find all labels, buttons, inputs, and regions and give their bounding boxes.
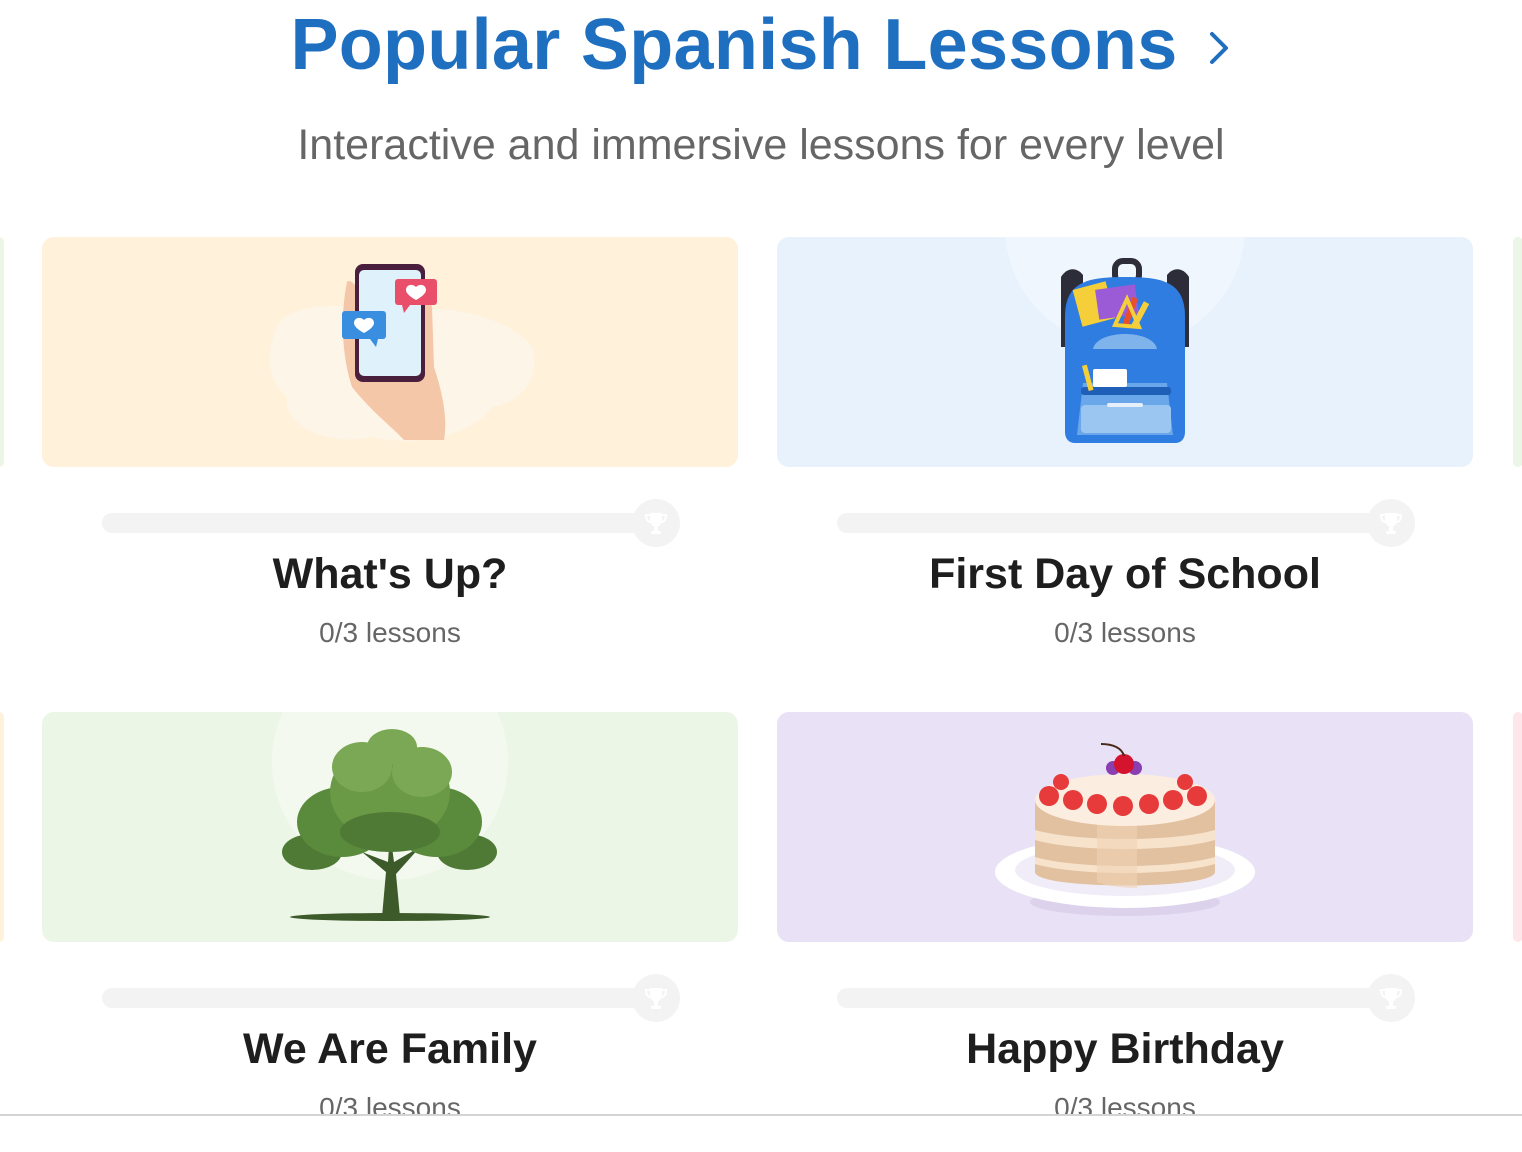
backpack-icon — [1005, 237, 1245, 443]
trophy-icon — [1367, 974, 1415, 1022]
page-title: Popular Spanish Lessons — [290, 5, 1178, 85]
trophy-icon — [1367, 499, 1415, 547]
carousel-peek-right-top[interactable] — [1513, 237, 1522, 467]
lesson-card-first-day-of-school[interactable]: First Day of School 0/3 lessons — [777, 237, 1473, 677]
card-image — [42, 712, 738, 942]
progress-bar — [102, 499, 680, 547]
progress-track — [837, 988, 1397, 1008]
progress-bar — [102, 974, 680, 1022]
card-image — [777, 712, 1473, 942]
lesson-progress-text: 0/3 lessons — [319, 617, 461, 648]
trophy-icon — [632, 974, 680, 1022]
lesson-card-we-are-family[interactable]: We Are Family 0/3 lessons — [42, 712, 738, 1152]
progress-track — [102, 988, 662, 1008]
viewport-edge — [0, 1116, 1522, 1129]
cake-icon — [995, 743, 1255, 916]
carousel-peek-left-bottom[interactable] — [0, 712, 4, 942]
lesson-card-happy-birthday[interactable]: Happy Birthday 0/3 lessons — [777, 712, 1473, 1152]
page-subtitle: Interactive and immersive lessons for ev… — [297, 121, 1225, 169]
card-image — [42, 237, 738, 467]
phone-chat-icon — [269, 264, 535, 441]
progress-track — [102, 513, 662, 533]
progress-bar — [837, 499, 1415, 547]
lesson-card-whats-up[interactable]: What's Up? 0/3 lessons — [42, 237, 738, 677]
chevron-right-icon — [1208, 28, 1232, 68]
progress-track — [837, 513, 1397, 533]
carousel-peek-right-bottom[interactable] — [1513, 712, 1522, 942]
card-image — [777, 237, 1473, 467]
trophy-icon — [632, 499, 680, 547]
lesson-title: What's Up? — [272, 550, 508, 598]
lessons-title-link[interactable]: Popular Spanish Lessons — [0, 0, 1522, 90]
lesson-title: Happy Birthday — [966, 1025, 1284, 1073]
progress-bar — [837, 974, 1415, 1022]
carousel-peek-left-top[interactable] — [0, 237, 4, 467]
lesson-progress-text: 0/3 lessons — [1054, 617, 1196, 648]
tree-icon — [272, 712, 508, 921]
lesson-title: First Day of School — [929, 550, 1321, 598]
lesson-title: We Are Family — [243, 1025, 537, 1073]
